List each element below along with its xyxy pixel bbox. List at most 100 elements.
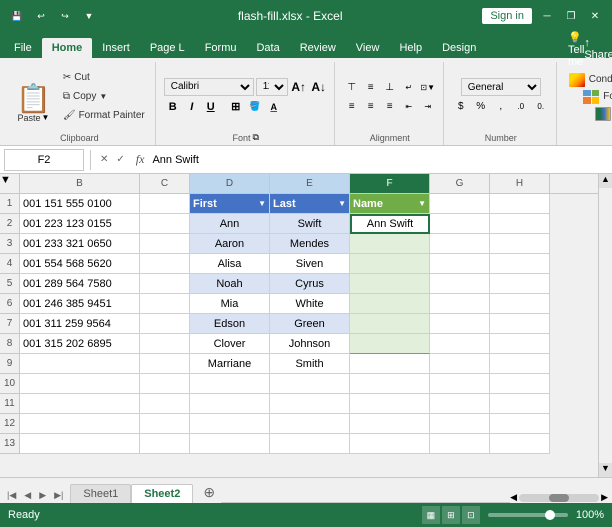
col-header-g[interactable]: G <box>430 174 490 193</box>
cut-button[interactable]: ✂ Cut <box>59 69 149 87</box>
tab-insert[interactable]: Insert <box>92 38 140 58</box>
cell-e2[interactable]: Swift <box>270 214 350 234</box>
cell-f10[interactable] <box>350 374 430 394</box>
page-break-view-button[interactable]: ⊡ <box>462 506 480 524</box>
accounting-button[interactable]: $ <box>452 97 470 115</box>
cell-d4[interactable]: Alisa <box>190 254 270 274</box>
cell-f7[interactable] <box>350 314 430 334</box>
sign-in-button[interactable]: Sign in <box>482 8 532 24</box>
row-num-1[interactable]: 1 <box>0 194 20 214</box>
wrap-text-button[interactable]: ↵ <box>400 78 418 96</box>
cell-c2[interactable] <box>140 214 190 234</box>
row-num-9[interactable]: 9 <box>0 354 20 374</box>
cell-b10[interactable] <box>20 374 140 394</box>
font-size-select[interactable]: 11 <box>256 78 288 96</box>
merge-cells-button[interactable]: ⊡▼ <box>419 78 437 96</box>
cell-c4[interactable] <box>140 254 190 274</box>
cell-d3[interactable]: Aaron <box>190 234 270 254</box>
cell-b6[interactable]: 001 246 385 9451 <box>20 294 140 314</box>
zoom-slider[interactable] <box>488 513 568 517</box>
cell-d13[interactable] <box>190 434 270 454</box>
tab-design[interactable]: Design <box>432 38 486 58</box>
decrease-indent-button[interactable]: ⇤ <box>400 97 418 115</box>
cell-c8[interactable] <box>140 334 190 354</box>
cell-c3[interactable] <box>140 234 190 254</box>
cell-b1[interactable]: 001 151 555 0100 <box>20 194 140 214</box>
add-sheet-button[interactable]: ⊕ <box>197 482 221 503</box>
row-num-5[interactable]: 5 <box>0 274 20 294</box>
tell-me-icon[interactable]: 💡 Tell me <box>568 40 586 58</box>
font-expander-icon[interactable]: ⧉ <box>253 132 259 143</box>
scroll-track[interactable] <box>599 188 612 463</box>
row-num-10[interactable]: 10 <box>0 374 20 394</box>
cell-b4[interactable]: 001 554 568 5620 <box>20 254 140 274</box>
cell-b5[interactable]: 001 289 564 7580 <box>20 274 140 294</box>
scroll-left-button[interactable]: ◀ <box>510 492 517 503</box>
cell-g2[interactable] <box>430 214 490 234</box>
cell-d11[interactable] <box>190 394 270 414</box>
cell-c6[interactable] <box>140 294 190 314</box>
save-icon[interactable]: 💾 <box>8 7 26 25</box>
align-middle-button[interactable]: ≡ <box>362 78 380 96</box>
cell-b8[interactable]: 001 315 202 6895 <box>20 334 140 354</box>
fill-color-button[interactable]: 🪣 <box>246 98 264 116</box>
cancel-formula-button[interactable]: ✕ <box>97 153 111 166</box>
vertical-scrollbar[interactable]: ▲ ▼ <box>598 174 612 477</box>
comma-button[interactable]: , <box>492 97 510 115</box>
cell-h5[interactable] <box>490 274 550 294</box>
col-header-h[interactable]: H <box>490 174 550 193</box>
increase-indent-button[interactable]: ⇥ <box>419 97 437 115</box>
restore-button[interactable]: ❐ <box>562 7 580 25</box>
row-num-3[interactable]: 3 <box>0 234 20 254</box>
cell-g3[interactable] <box>430 234 490 254</box>
sheet-prev-button[interactable]: ◀ <box>21 488 34 503</box>
cell-b13[interactable] <box>20 434 140 454</box>
decrease-decimal-button[interactable]: .0 <box>512 97 530 115</box>
h-scroll-thumb[interactable] <box>549 494 569 502</box>
cell-d5[interactable]: Noah <box>190 274 270 294</box>
cell-g9[interactable] <box>430 354 490 374</box>
cell-d2[interactable]: Ann <box>190 214 270 234</box>
col-header-b[interactable]: B <box>20 174 140 193</box>
cell-h4[interactable] <box>490 254 550 274</box>
cell-d9[interactable]: Marriane <box>190 354 270 374</box>
redo-icon[interactable]: ↪ <box>56 7 74 25</box>
cell-h11[interactable] <box>490 394 550 414</box>
cell-f5[interactable] <box>350 274 430 294</box>
cell-d8[interactable]: Clover <box>190 334 270 354</box>
font-color-button[interactable]: A <box>265 98 283 116</box>
cell-f2[interactable]: Ann Swift <box>350 214 430 234</box>
increase-decimal-button[interactable]: 0. <box>532 97 550 115</box>
number-format-select[interactable]: General <box>461 78 541 96</box>
cell-d6[interactable]: Mia <box>190 294 270 314</box>
col-header-f[interactable]: F <box>350 174 430 193</box>
cell-f1-dropdown[interactable]: ▼ <box>418 199 426 208</box>
formula-input[interactable] <box>152 149 608 171</box>
cell-b11[interactable] <box>20 394 140 414</box>
cell-h13[interactable] <box>490 434 550 454</box>
align-bottom-button[interactable]: ⊥ <box>381 78 399 96</box>
cell-f9[interactable] <box>350 354 430 374</box>
cell-c5[interactable] <box>140 274 190 294</box>
tab-page-layout[interactable]: Page L <box>140 38 195 58</box>
cell-e10[interactable] <box>270 374 350 394</box>
cell-g13[interactable] <box>430 434 490 454</box>
format-painter-button[interactable]: 🖌 Format Painter <box>59 107 149 125</box>
cell-e1[interactable]: Last ▼ <box>270 194 350 214</box>
cell-c7[interactable] <box>140 314 190 334</box>
cell-f8[interactable] <box>350 334 430 354</box>
cell-styles-button[interactable]: Cell Styles ▼ <box>591 106 612 122</box>
cell-e1-dropdown[interactable]: ▼ <box>338 199 346 208</box>
cell-h8[interactable] <box>490 334 550 354</box>
cell-f3[interactable] <box>350 234 430 254</box>
percent-button[interactable]: % <box>472 97 490 115</box>
zoom-thumb[interactable] <box>545 510 555 520</box>
row-num-2[interactable]: 2 <box>0 214 20 234</box>
cell-d1[interactable]: First ▼ <box>190 194 270 214</box>
bold-button[interactable]: B <box>164 98 182 116</box>
cell-g1[interactable] <box>430 194 490 214</box>
tab-formulas[interactable]: Formu <box>195 38 247 58</box>
cell-d12[interactable] <box>190 414 270 434</box>
cell-h9[interactable] <box>490 354 550 374</box>
italic-button[interactable]: I <box>183 98 201 116</box>
